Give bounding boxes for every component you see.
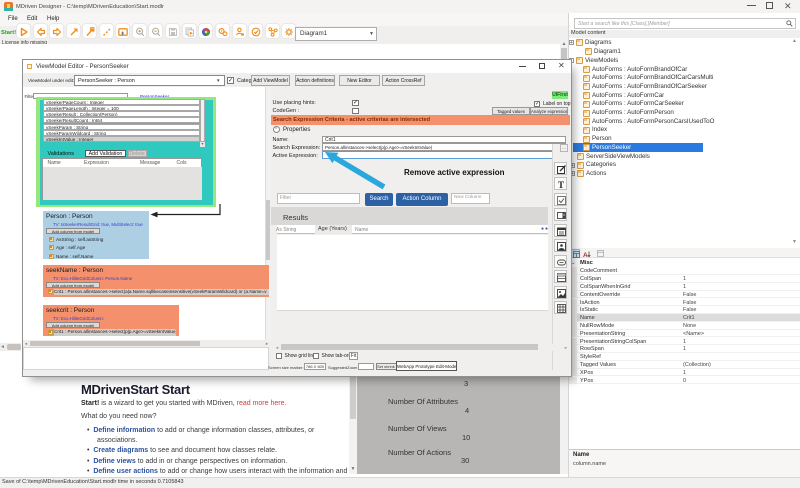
svg-text:T: T xyxy=(558,180,564,189)
svg-text:A: A xyxy=(583,252,588,258)
